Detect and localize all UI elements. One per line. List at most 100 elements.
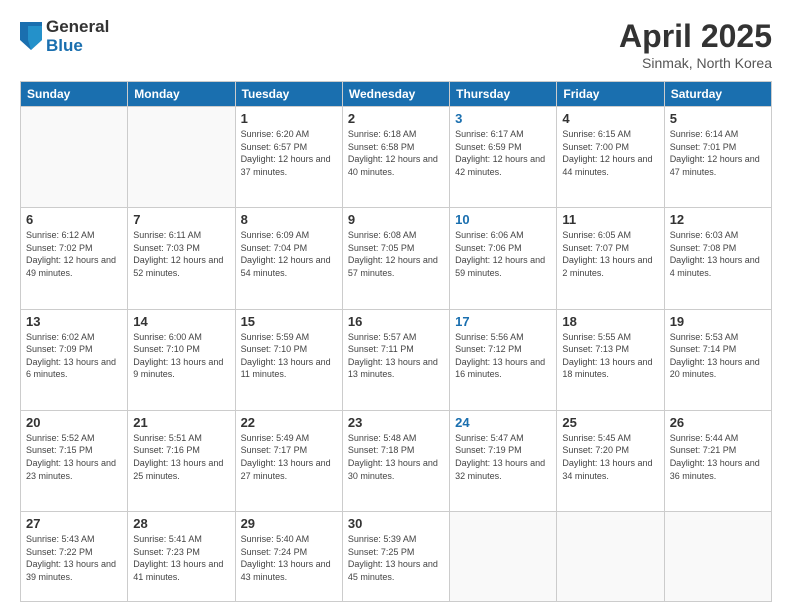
day-info: Sunrise: 6:09 AMSunset: 7:04 PMDaylight:… [241, 229, 337, 279]
calendar-cell: 28Sunrise: 5:41 AMSunset: 7:23 PMDayligh… [128, 512, 235, 602]
calendar-cell: 24 Sunrise: 5:47 AMSunset: 7:19 PMDayligh… [450, 410, 557, 511]
day-info: Sunrise: 5:51 AMSunset: 7:16 PMDaylight:… [133, 432, 229, 482]
calendar-cell: 20 Sunrise: 5:52 AMSunset: 7:15 PMDayligh… [21, 410, 128, 511]
week-row-4: 27 Sunrise: 5:43 AMSunset: 7:22 PMDayligh… [21, 512, 772, 602]
calendar-cell: 30 Sunrise: 5:39 AMSunset: 7:25 PMDayligh… [342, 512, 449, 602]
day-info: Sunrise: 5:55 AMSunset: 7:13 PMDaylight:… [562, 331, 658, 381]
logo-blue: Blue [46, 37, 109, 56]
calendar-cell: 26 Sunrise: 5:44 AMSunset: 7:21 PMDayligh… [664, 410, 771, 511]
day-info: Sunrise: 5:57 AMSunset: 7:11 PMDaylight:… [348, 331, 444, 381]
calendar-cell [557, 512, 664, 602]
day-info: Sunrise: 5:48 AMSunset: 7:18 PMDaylight:… [348, 432, 444, 482]
day-number: 27 [26, 516, 122, 531]
day-number: 10 [455, 212, 551, 227]
day-number: 4 [562, 111, 658, 126]
calendar-cell: 17Sunrise: 5:56 AMSunset: 7:12 PMDayligh… [450, 309, 557, 410]
day-number: 28 [133, 516, 229, 531]
day-info: Sunrise: 6:17 AMSunset: 6:59 PMDaylight:… [455, 128, 551, 178]
day-number: 3 [455, 111, 551, 126]
day-info: Sunrise: 6:06 AMSunset: 7:06 PMDaylight:… [455, 229, 551, 279]
calendar-cell: 14Sunrise: 6:00 AMSunset: 7:10 PMDayligh… [128, 309, 235, 410]
day-info: Sunrise: 6:14 AMSunset: 7:01 PMDaylight:… [670, 128, 766, 178]
calendar-cell: 23 Sunrise: 5:48 AMSunset: 7:18 PMDayligh… [342, 410, 449, 511]
calendar-cell: 2Sunrise: 6:18 AMSunset: 6:58 PMDaylight… [342, 107, 449, 208]
day-info: Sunrise: 6:12 AMSunset: 7:02 PMDaylight:… [26, 229, 122, 279]
day-number: 22 [241, 415, 337, 430]
day-number: 9 [348, 212, 444, 227]
location-subtitle: Sinmak, North Korea [619, 55, 772, 71]
calendar-cell: 29Sunrise: 5:40 AMSunset: 7:24 PMDayligh… [235, 512, 342, 602]
calendar-cell [21, 107, 128, 208]
col-header-monday: Monday [128, 82, 235, 107]
day-info: Sunrise: 6:11 AMSunset: 7:03 PMDaylight:… [133, 229, 229, 279]
day-info: Sunrise: 6:08 AMSunset: 7:05 PMDaylight:… [348, 229, 444, 279]
week-row-2: 13Sunrise: 6:02 AMSunset: 7:09 PMDayligh… [21, 309, 772, 410]
col-header-wednesday: Wednesday [342, 82, 449, 107]
calendar-cell: 18 Sunrise: 5:55 AMSunset: 7:13 PMDayligh… [557, 309, 664, 410]
calendar-cell: 16 Sunrise: 5:57 AMSunset: 7:11 PMDayligh… [342, 309, 449, 410]
calendar-cell: 27 Sunrise: 5:43 AMSunset: 7:22 PMDayligh… [21, 512, 128, 602]
logo: General Blue [20, 18, 109, 55]
day-info: Sunrise: 5:45 AMSunset: 7:20 PMDaylight:… [562, 432, 658, 482]
logo-icon [20, 22, 42, 50]
calendar-cell: 25 Sunrise: 5:45 AMSunset: 7:20 PMDayligh… [557, 410, 664, 511]
day-info: Sunrise: 6:15 AMSunset: 7:00 PMDaylight:… [562, 128, 658, 178]
day-number: 1 [241, 111, 337, 126]
col-header-friday: Friday [557, 82, 664, 107]
calendar-cell: 21 Sunrise: 5:51 AMSunset: 7:16 PMDayligh… [128, 410, 235, 511]
day-number: 24 [455, 415, 551, 430]
calendar-cell [128, 107, 235, 208]
day-number: 20 [26, 415, 122, 430]
day-info: Sunrise: 5:52 AMSunset: 7:15 PMDaylight:… [26, 432, 122, 482]
day-number: 25 [562, 415, 658, 430]
week-row-1: 6Sunrise: 6:12 AMSunset: 7:02 PMDaylight… [21, 208, 772, 309]
week-row-3: 20 Sunrise: 5:52 AMSunset: 7:15 PMDayligh… [21, 410, 772, 511]
day-info: Sunrise: 5:47 AMSunset: 7:19 PMDaylight:… [455, 432, 551, 482]
day-info: Sunrise: 5:53 AMSunset: 7:14 PMDaylight:… [670, 331, 766, 381]
calendar-cell: 1 Sunrise: 6:20 AMSunset: 6:57 PMDaylight… [235, 107, 342, 208]
calendar-cell: 11Sunrise: 6:05 AMSunset: 7:07 PMDayligh… [557, 208, 664, 309]
page: General Blue April 2025 Sinmak, North Ko… [0, 0, 792, 612]
day-info: Sunrise: 6:18 AMSunset: 6:58 PMDaylight:… [348, 128, 444, 178]
calendar-cell [450, 512, 557, 602]
col-header-thursday: Thursday [450, 82, 557, 107]
col-header-tuesday: Tuesday [235, 82, 342, 107]
day-info: Sunrise: 6:20 AMSunset: 6:57 PMDaylight:… [241, 128, 337, 178]
day-info: Sunrise: 5:39 AMSunset: 7:25 PMDaylight:… [348, 533, 444, 583]
day-number: 19 [670, 314, 766, 329]
day-number: 8 [241, 212, 337, 227]
day-number: 18 [562, 314, 658, 329]
calendar-cell: 10 Sunrise: 6:06 AMSunset: 7:06 PMDayligh… [450, 208, 557, 309]
calendar-cell: 4 Sunrise: 6:15 AMSunset: 7:00 PMDaylight… [557, 107, 664, 208]
day-number: 7 [133, 212, 229, 227]
day-info: Sunrise: 5:49 AMSunset: 7:17 PMDaylight:… [241, 432, 337, 482]
day-info: Sunrise: 5:44 AMSunset: 7:21 PMDaylight:… [670, 432, 766, 482]
logo-text: General Blue [46, 18, 109, 55]
day-number: 30 [348, 516, 444, 531]
day-number: 16 [348, 314, 444, 329]
calendar-cell: 19 Sunrise: 5:53 AMSunset: 7:14 PMDayligh… [664, 309, 771, 410]
day-info: Sunrise: 5:43 AMSunset: 7:22 PMDaylight:… [26, 533, 122, 583]
col-header-sunday: Sunday [21, 82, 128, 107]
logo-general: General [46, 18, 109, 37]
day-number: 23 [348, 415, 444, 430]
calendar: SundayMondayTuesdayWednesdayThursdayFrid… [20, 81, 772, 602]
calendar-cell: 22 Sunrise: 5:49 AMSunset: 7:17 PMDayligh… [235, 410, 342, 511]
calendar-cell: 7 Sunrise: 6:11 AMSunset: 7:03 PMDaylight… [128, 208, 235, 309]
calendar-cell: 8 Sunrise: 6:09 AMSunset: 7:04 PMDaylight… [235, 208, 342, 309]
title-block: April 2025 Sinmak, North Korea [619, 18, 772, 71]
calendar-cell: 6Sunrise: 6:12 AMSunset: 7:02 PMDaylight… [21, 208, 128, 309]
day-number: 12 [670, 212, 766, 227]
day-number: 21 [133, 415, 229, 430]
calendar-cell: 13Sunrise: 6:02 AMSunset: 7:09 PMDayligh… [21, 309, 128, 410]
day-info: Sunrise: 5:59 AMSunset: 7:10 PMDaylight:… [241, 331, 337, 381]
calendar-cell: 15Sunrise: 5:59 AMSunset: 7:10 PMDayligh… [235, 309, 342, 410]
day-info: Sunrise: 5:56 AMSunset: 7:12 PMDaylight:… [455, 331, 551, 381]
calendar-cell [664, 512, 771, 602]
day-info: Sunrise: 6:03 AMSunset: 7:08 PMDaylight:… [670, 229, 766, 279]
calendar-cell: 5Sunrise: 6:14 AMSunset: 7:01 PMDaylight… [664, 107, 771, 208]
day-number: 26 [670, 415, 766, 430]
day-info: Sunrise: 5:40 AMSunset: 7:24 PMDaylight:… [241, 533, 337, 583]
header: General Blue April 2025 Sinmak, North Ko… [20, 18, 772, 71]
day-number: 13 [26, 314, 122, 329]
